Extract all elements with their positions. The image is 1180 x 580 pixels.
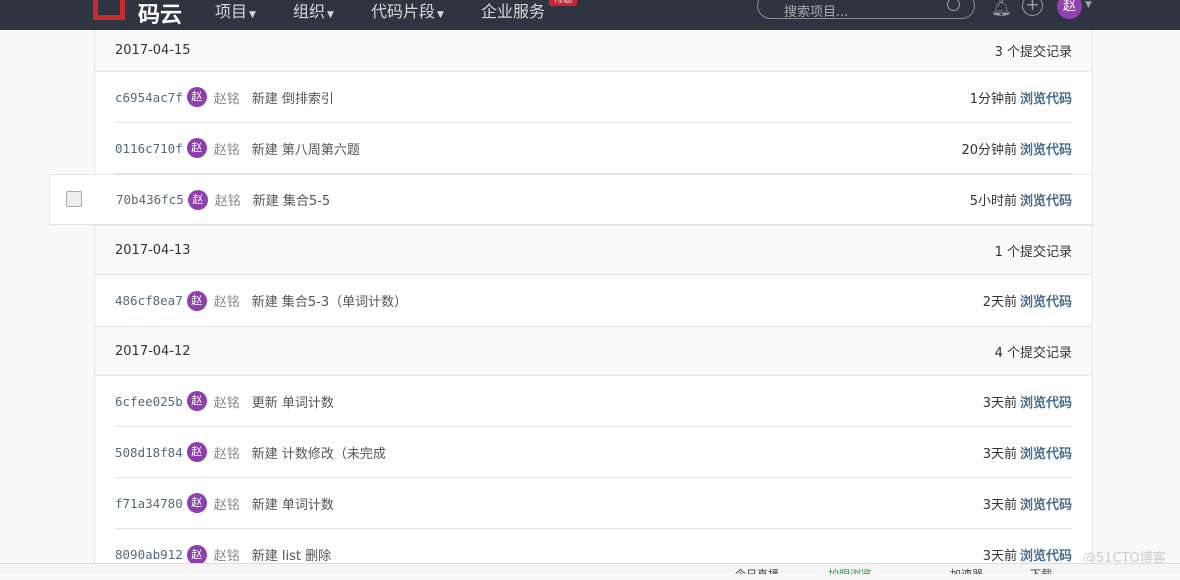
commit-row: 508d18f84 赵 赵铭 新建 计数修改（未完成 3天前 浏览代码	[115, 427, 1072, 478]
commit-sha-link[interactable]: 508d18f84	[115, 445, 183, 460]
commit-sha-link[interactable]: c6954ac7f	[115, 90, 183, 105]
nav-label: 组织	[293, 2, 326, 21]
nav-label: 项目	[215, 2, 248, 21]
author-avatar[interactable]: 赵	[186, 391, 207, 411]
author-avatar[interactable]: 赵	[186, 493, 207, 513]
commit-sha-link[interactable]: f71a34780	[115, 496, 183, 511]
nav-label: 代码片段	[371, 2, 436, 21]
commit-message[interactable]: 新建 第八周第六题	[252, 139, 360, 158]
search-input[interactable]: 搜索项目...	[757, 0, 975, 20]
caret-down-icon[interactable]: ▼	[1085, 0, 1092, 10]
browse-code-link[interactable]: 浏览代码	[1020, 545, 1072, 564]
commit-time: 3天前	[982, 446, 1017, 462]
user-avatar[interactable]: 赵	[1057, 0, 1082, 19]
author-name[interactable]: 赵铭	[215, 190, 241, 209]
commit-count: 3 个提交记录	[994, 45, 1072, 60]
commit-time: 3天前	[982, 497, 1017, 513]
nav-snippets[interactable]: 代码片段 ▼	[371, 0, 444, 22]
logo-icon[interactable]	[93, 0, 125, 20]
commit-row: 486cf8ea7 赵 赵铭 新建 集合5-3（单词计数） 2天前 浏览代码	[115, 275, 1072, 326]
commit-count: 1 个提交记录	[994, 244, 1072, 260]
browse-code-link[interactable]: 浏览代码	[1020, 443, 1072, 462]
search-placeholder: 搜索项目...	[784, 5, 849, 20]
plus-icon[interactable]: +	[1022, 0, 1043, 16]
caret-down-icon: ▼	[437, 10, 444, 20]
nav-label: 企业服务	[481, 2, 546, 21]
date-group-header: 2017-04-15 3 个提交记录	[95, 30, 1092, 72]
commit-message[interactable]: 新建 计数修改（未完成	[252, 443, 386, 462]
group-date: 2017-04-13	[115, 242, 191, 258]
top-navbar: 码云 项目▼ 组织▼ 代码片段▼ 企业服务 特惠 搜索项目... 🔔︎ + 赵 …	[0, 0, 1180, 30]
commit-time: 3天前	[982, 395, 1017, 411]
author-avatar[interactable]: 赵	[187, 189, 208, 210]
author-avatar[interactable]: 赵	[186, 544, 207, 565]
browse-code-link[interactable]: 浏览代码	[1020, 139, 1072, 158]
status-item[interactable]: 护眼浏览	[828, 566, 872, 574]
author-avatar[interactable]: 赵	[186, 442, 207, 462]
promo-badge: 特惠	[549, 0, 577, 6]
browse-code-link[interactable]: 浏览代码	[1020, 291, 1072, 310]
select-checkbox[interactable]	[66, 191, 82, 207]
commit-sha-link[interactable]: 0116c710f	[115, 141, 183, 156]
nav-projects[interactable]: 项目 ▼	[215, 0, 256, 22]
author-name[interactable]: 赵铭	[214, 88, 240, 107]
nav-enterprise[interactable]: 企业服务	[481, 0, 545, 22]
date-group-header: 2017-04-12 4 个提交记录	[95, 326, 1092, 376]
browse-code-link[interactable]: 浏览代码	[1020, 494, 1072, 513]
commit-message[interactable]: 新建 倒排索引	[252, 88, 334, 107]
caret-down-icon: ▼	[249, 10, 256, 20]
browse-code-link[interactable]: 浏览代码	[1020, 88, 1072, 107]
author-name[interactable]: 赵铭	[214, 291, 240, 310]
group-date: 2017-04-12	[115, 343, 191, 359]
commit-sha-link[interactable]: 8090ab912	[115, 547, 183, 562]
search-icon[interactable]	[947, 0, 960, 11]
commit-message[interactable]: 新建 集合5-3（单词计数）	[252, 291, 407, 310]
author-name[interactable]: 赵铭	[214, 392, 240, 411]
status-item[interactable]: 下载	[1030, 566, 1052, 574]
author-avatar[interactable]: 赵	[186, 87, 207, 107]
commit-row: f71a34780 赵 赵铭 新建 单词计数 3天前 浏览代码	[115, 478, 1072, 529]
commit-row: c6954ac7f 赵 赵铭 新建 倒排索引 1分钟前 浏览代码	[115, 72, 1072, 123]
commit-time: 20分钟前	[961, 142, 1017, 158]
commit-row: 70b436fc5 赵 赵铭 新建 集合5-5 5小时前 浏览代码	[49, 174, 1092, 225]
browse-code-link[interactable]: 浏览代码	[1020, 190, 1072, 209]
commit-sha-link[interactable]: 486cf8ea7	[115, 293, 183, 308]
commit-message[interactable]: 新建 集合5-5	[253, 190, 330, 209]
commit-message[interactable]: 更新 单词计数	[252, 392, 334, 411]
commit-time: 5小时前	[969, 194, 1017, 209]
browse-code-link[interactable]: 浏览代码	[1020, 392, 1072, 411]
caret-down-icon: ▼	[327, 10, 334, 20]
author-name[interactable]: 赵铭	[214, 443, 240, 462]
status-item[interactable]: 今日直播	[735, 566, 779, 574]
commit-list: 2017-04-15 3 个提交记录 c6954ac7f 赵 赵铭 新建 倒排索引…	[49, 30, 1093, 565]
logo-text[interactable]: 码云	[138, 0, 182, 29]
commit-time: 2天前	[982, 295, 1017, 310]
author-name[interactable]: 赵铭	[214, 545, 240, 564]
commit-time: 1分钟前	[969, 91, 1017, 107]
commit-row: 0116c710f 赵 赵铭 新建 第八周第六题 20分钟前 浏览代码	[115, 123, 1072, 174]
bell-icon[interactable]: 🔔︎	[991, 0, 1011, 17]
group-date: 2017-04-15	[115, 43, 191, 58]
author-avatar[interactable]: 赵	[186, 290, 207, 311]
author-name[interactable]: 赵铭	[214, 494, 240, 513]
commit-time: 3天前	[982, 549, 1017, 564]
date-group-header: 2017-04-13 1 个提交记录	[95, 225, 1092, 275]
commit-message[interactable]: 新建 list 删除	[252, 545, 331, 564]
commit-message[interactable]: 新建 单词计数	[252, 494, 334, 513]
commit-count: 4 个提交记录	[994, 345, 1072, 361]
author-name[interactable]: 赵铭	[214, 139, 240, 158]
commit-sha-link[interactable]: 70b436fc5	[116, 192, 184, 207]
status-item[interactable]: 加速器	[950, 566, 983, 574]
nav-orgs[interactable]: 组织 ▼	[293, 0, 334, 22]
author-avatar[interactable]: 赵	[186, 138, 207, 158]
commit-sha-link[interactable]: 6cfee025b	[115, 394, 183, 409]
browser-status-bar: 今日直播 护眼浏览 加速器 下载	[0, 563, 1180, 574]
commit-row: 6cfee025b 赵 赵铭 更新 单词计数 3天前 浏览代码	[115, 376, 1072, 427]
